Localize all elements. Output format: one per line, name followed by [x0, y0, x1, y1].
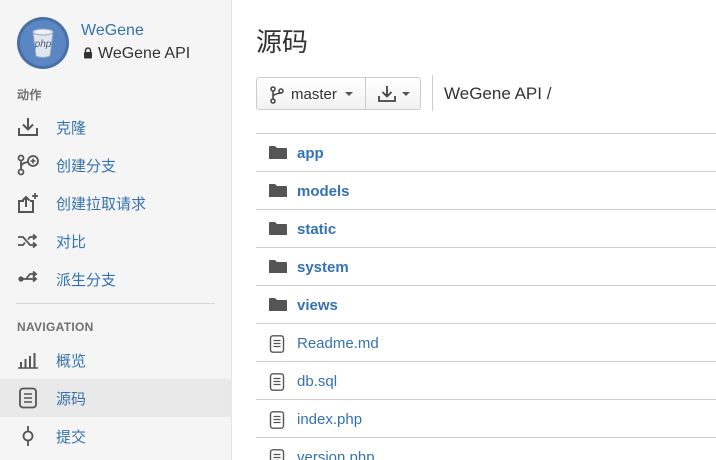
folder-icon — [269, 259, 287, 279]
nav-item-commits[interactable]: 提交 — [0, 417, 231, 455]
project-avatar[interactable]: php — [16, 16, 70, 70]
nav-item-source-label: 源码 — [56, 391, 87, 408]
fork-icon — [16, 268, 40, 290]
action-clone-label: 克隆 — [56, 120, 87, 137]
action-create-pull-request[interactable]: 创建拉取请求 — [0, 184, 231, 222]
file-icon — [269, 449, 285, 460]
table-row[interactable]: views — [256, 286, 716, 324]
repo-header: php WeGene WeGene API — [16, 16, 226, 72]
chevron-down-icon — [402, 92, 410, 96]
app-window: php WeGene WeGene API 动作 克隆 创建分支 创建拉取请求 … — [0, 0, 716, 460]
nav-item-overview-label: 概览 — [56, 353, 87, 370]
table-row[interactable]: system — [256, 248, 716, 286]
action-fork[interactable]: 派生分支 — [0, 260, 231, 298]
lock-icon — [83, 46, 93, 64]
table-row[interactable]: app — [256, 134, 716, 172]
folder-icon — [269, 221, 287, 241]
action-create-branch[interactable]: 创建分支 — [0, 146, 231, 184]
overview-bar-chart-icon — [16, 349, 40, 371]
nav-item-commits-label: 提交 — [56, 429, 87, 446]
nav-item-overview[interactable]: 概览 — [0, 341, 231, 379]
toolbar-separator — [432, 75, 433, 111]
file-name-link[interactable]: index.php — [297, 411, 362, 428]
create-branch-icon — [16, 154, 40, 176]
commit-icon — [16, 425, 40, 447]
table-row[interactable]: static — [256, 210, 716, 248]
breadcrumb[interactable]: WeGene API / — [444, 84, 551, 104]
table-row[interactable]: db.sql — [256, 362, 716, 400]
file-icon — [269, 335, 285, 358]
chevron-down-icon — [345, 92, 353, 96]
file-icon — [269, 411, 285, 434]
file-name-link[interactable]: views — [297, 297, 338, 314]
source-file-icon — [16, 387, 40, 409]
action-fork-label: 派生分支 — [56, 272, 117, 289]
folder-icon — [269, 183, 287, 203]
file-name-link[interactable]: db.sql — [297, 373, 337, 390]
create-pull-request-icon — [16, 192, 40, 214]
download-icon — [377, 85, 397, 108]
folder-icon — [269, 145, 287, 165]
table-row[interactable]: version.php — [256, 438, 716, 460]
action-create-pull-request-label: 创建拉取请求 — [56, 196, 147, 213]
action-compare[interactable]: 对比 — [0, 222, 231, 260]
file-name-link[interactable]: app — [297, 145, 324, 162]
sidebar-divider — [16, 303, 215, 304]
file-name-link[interactable]: models — [297, 183, 350, 200]
compare-shuffle-icon — [16, 230, 40, 252]
repo-name-label: WeGene API — [98, 45, 191, 62]
project-name-link[interactable]: WeGene — [81, 22, 144, 40]
action-clone[interactable]: 克隆 — [0, 108, 231, 146]
sidebar: php WeGene WeGene API 动作 克隆 创建分支 创建拉取请求 … — [0, 0, 232, 460]
action-create-branch-label: 创建分支 — [56, 158, 117, 175]
repo-name[interactable]: WeGene API — [83, 45, 190, 64]
file-name-link[interactable]: system — [297, 259, 349, 276]
branch-selector-button[interactable]: master — [256, 77, 366, 110]
table-row[interactable]: Readme.md — [256, 324, 716, 362]
folder-icon — [269, 297, 287, 317]
nav-item-source[interactable]: 源码 — [0, 379, 231, 417]
file-icon — [269, 373, 285, 396]
main-content: 源码 master WeGene API / app models static… — [232, 0, 716, 460]
file-name-link[interactable]: version.php — [297, 449, 375, 460]
table-row[interactable]: models — [256, 172, 716, 210]
table-row[interactable]: index.php — [256, 400, 716, 438]
page-title: 源码 — [256, 27, 309, 57]
action-compare-label: 对比 — [56, 234, 87, 251]
branch-icon — [269, 86, 285, 109]
navigation-section-title: NAVIGATION — [17, 320, 94, 334]
branch-name: master — [291, 86, 337, 103]
avatar-label: php — [34, 39, 52, 50]
file-table: app models static system views Readme.md… — [256, 133, 716, 460]
file-name-link[interactable]: Readme.md — [297, 335, 379, 352]
clone-download-icon — [16, 116, 40, 138]
file-name-link[interactable]: static — [297, 221, 336, 238]
download-button[interactable] — [365, 77, 421, 110]
actions-section-title: 动作 — [17, 88, 42, 102]
